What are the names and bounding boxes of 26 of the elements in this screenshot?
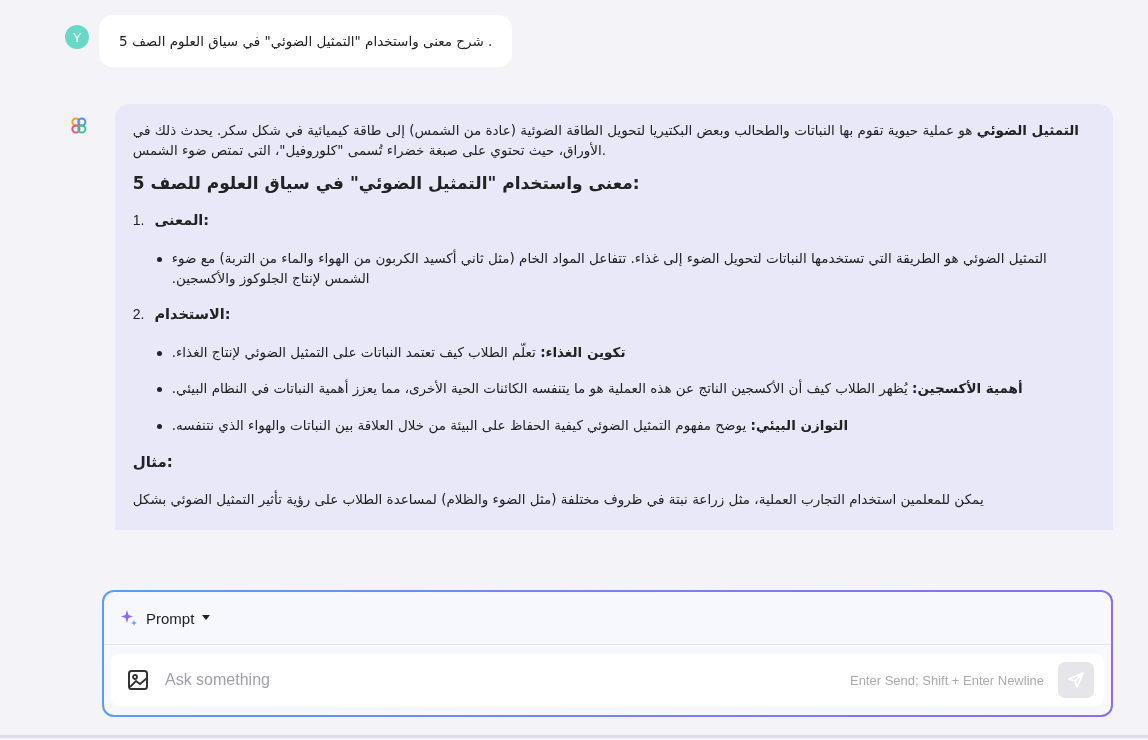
example-heading: مثال:: [132, 451, 174, 473]
bullet-icon: [156, 423, 162, 429]
user-message: شرح معنى واستخدام "التمثيل الضوئي" في سياق العلوم الصف 5 .: [99, 15, 513, 67]
caret-icon: [202, 615, 211, 621]
user-avatar: Y: [65, 25, 89, 49]
image-upload-icon[interactable]: [127, 669, 149, 691]
example-paragraph: يمكن للمعلمين استخدام التجارب العملية، مثل زراعة نبتة في ظروف مختلفة (مثل الضوء والظلام) لمساعدة الطلاب على رؤية تأثير التمثيل الضوئي بشكل: [132, 489, 985, 510]
list-number: 2.: [132, 305, 145, 325]
list-number: 1.: [132, 211, 145, 230]
ask-input-field[interactable]: Ask something: [163, 670, 836, 690]
bullet-text: أهمية الأكسجين: يُظهر الطلاب كيف أن الأكسجين الناتج عن هذه العملية هو ما يتنفسه الكائنات الحية الأخرى، مما يعزز أهمية النباتات في النظام البيئي.: [171, 378, 1023, 399]
section-heading: معنى واستخدام "التمثيل الضوئي" في سياق العلوم للصف 5:: [132, 171, 641, 196]
prompt-mode-dropdown[interactable]: Prompt: [120, 609, 211, 627]
bullet-icon: [156, 256, 162, 262]
intro-paragraph: التمثيل الضوئي هو عملية حيوية تقوم بها النباتات والطحالب وبعض البكتيريا لتحويل الطاقة الضوئية (عادة من الشمس) إلى طاقة كيميائية في شكل سكر. يحدث ذلك في الأوراق، حيث تحتوي على صبغة خضراء تُسمى "كلوروفيل"، التي تمتص ضوء الشمس.: [132, 121, 1080, 161]
send-icon: [1067, 671, 1085, 689]
bullet-text: التوازن البيئي: يوضح مفهوم التمثيل الضوئي كيفية الحفاظ على البيئة من خلال العلاقة بين النباتات والهواء الذي نتنفسه.: [171, 415, 849, 435]
bullet-text: التمثيل الضوئي هو الطريقة التي تستخدمها النباتات لتحويل الضوء إلى غذاء. تتفاعل المواد الخام (مثل ثاني أكسيد الكربون من الهواء والماء من التربة) مع ضوء الشمس لإنتاج الجلوكوز والأكسجين.: [171, 248, 1048, 289]
sparkle-icon: [120, 609, 138, 627]
list-title: المعنى:: [154, 211, 210, 230]
list-title: الاستخدام:: [154, 305, 231, 325]
bullet-text: تكوين الغذاء: تعلّم الطلاب كيف تعتمد النباتات على التمثيل الضوئي لإنتاج الغذاء.: [171, 342, 626, 363]
bullet-icon: [156, 387, 162, 393]
bullet-icon: [156, 351, 162, 356]
flower-logo-icon: [69, 116, 89, 136]
shortcut-hint: Enter Send; Shift + Enter Newline: [849, 672, 1044, 688]
